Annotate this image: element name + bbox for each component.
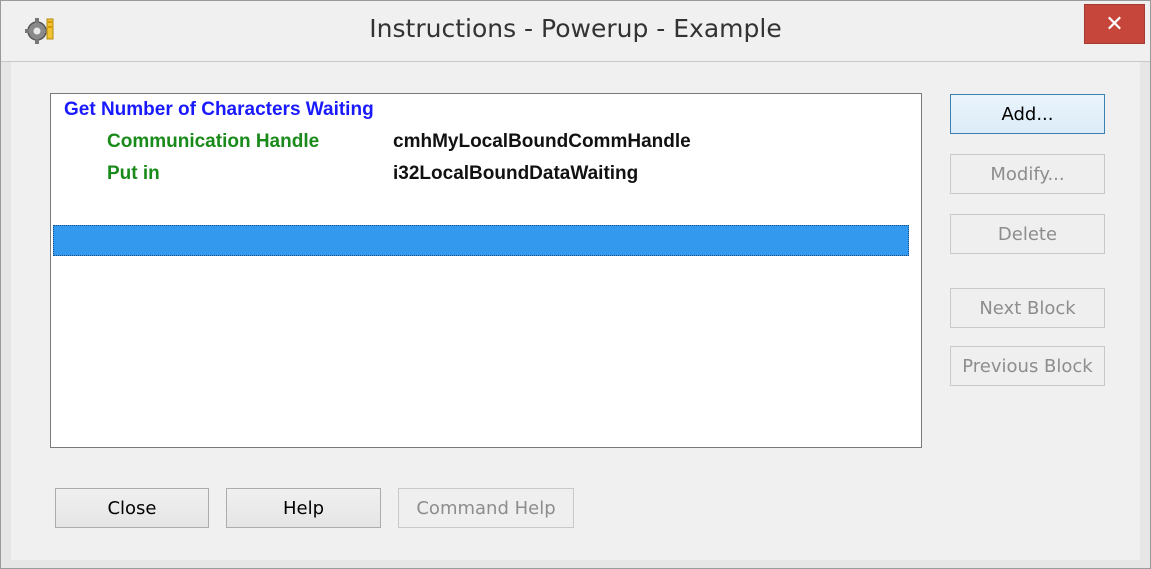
previous-block-button[interactable]: Previous Block <box>950 346 1105 386</box>
help-button[interactable]: Help <box>226 488 381 528</box>
add-button[interactable]: Add... <box>950 94 1105 134</box>
instruction-name[interactable]: Get Number of Characters Waiting <box>64 99 374 121</box>
close-button[interactable]: Close <box>55 488 209 528</box>
next-block-button[interactable]: Next Block <box>950 288 1105 328</box>
title-bar: Instructions - Powerup - Example ✕ <box>1 1 1150 62</box>
param-value: i32LocalBoundDataWaiting <box>393 163 639 184</box>
instructions-dialog: Instructions - Powerup - Example ✕ Get N… <box>0 0 1151 569</box>
close-icon: ✕ <box>1105 11 1124 37</box>
param-name: Put in <box>107 163 160 184</box>
param-value: cmhMyLocalBoundCommHandle <box>393 131 691 152</box>
delete-button[interactable]: Delete <box>950 214 1105 254</box>
dialog-client-area: Get Number of Characters Waiting Communi… <box>11 62 1140 560</box>
window-title: Instructions - Powerup - Example <box>369 14 782 43</box>
param-row[interactable]: Communication Handle cmhMyLocalBoundComm… <box>51 131 921 155</box>
selected-empty-row[interactable] <box>53 225 909 256</box>
close-window-button[interactable]: ✕ <box>1084 4 1145 44</box>
instruction-list[interactable]: Get Number of Characters Waiting Communi… <box>50 93 922 448</box>
param-name: Communication Handle <box>107 131 320 152</box>
command-help-button[interactable]: Command Help <box>398 488 574 528</box>
param-row[interactable]: Put in i32LocalBoundDataWaiting <box>51 163 921 187</box>
modify-button[interactable]: Modify... <box>950 154 1105 194</box>
